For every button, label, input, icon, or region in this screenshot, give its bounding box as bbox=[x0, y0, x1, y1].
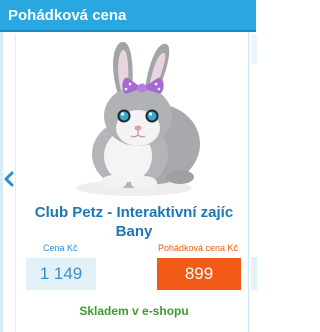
product-image[interactable] bbox=[58, 36, 208, 198]
next-product-price-peek bbox=[251, 257, 257, 290]
section-header: Pohádková cena bbox=[0, 0, 256, 32]
next-product-peek[interactable] bbox=[248, 32, 257, 332]
section-title: Pohádková cena bbox=[8, 7, 127, 24]
carousel-prev-button[interactable] bbox=[2, 170, 16, 188]
product-title-link[interactable]: Club Petz - Interaktivní zajíc Bany bbox=[20, 203, 248, 241]
chevron-left-icon bbox=[4, 171, 14, 187]
fairy-price: 899 bbox=[157, 258, 241, 290]
fairy-price-label: Pohádková cena Kč bbox=[158, 243, 239, 253]
regular-price: 1 149 bbox=[26, 258, 96, 290]
next-product-image-peek bbox=[251, 34, 257, 64]
regular-price-label: Cena Kč bbox=[43, 243, 78, 253]
availability-status: Skladem v e-shopu bbox=[79, 304, 189, 318]
bunny-plush-image bbox=[76, 41, 200, 196]
